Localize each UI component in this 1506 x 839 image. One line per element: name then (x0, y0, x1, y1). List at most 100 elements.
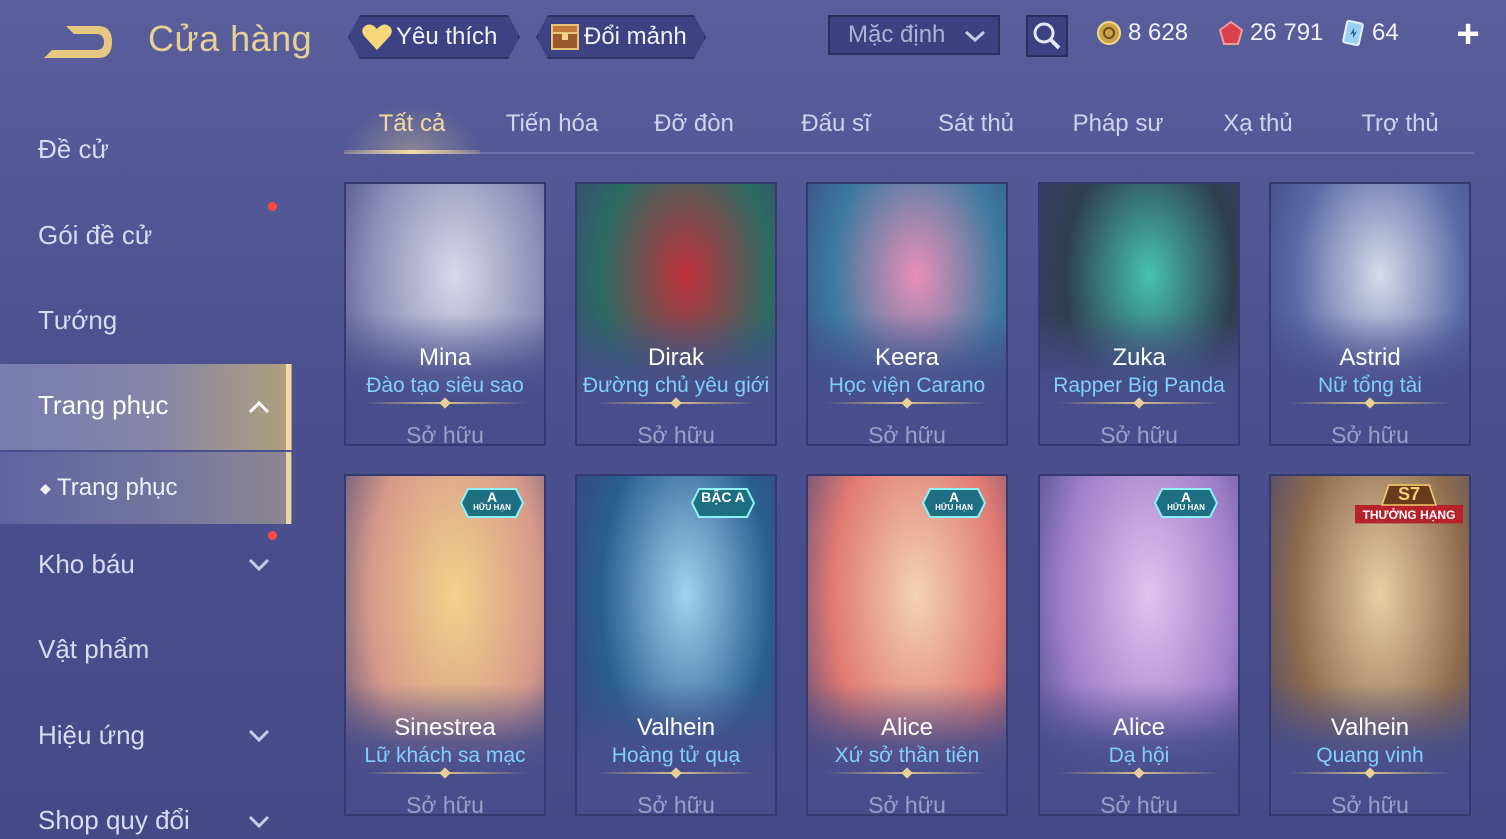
sidebar-subitem-label: Trang phục (57, 474, 178, 501)
skin-card[interactable]: Astrid Nữ tổng tài Sở hữu (1269, 182, 1471, 446)
hero-name: Valhein (1330, 714, 1410, 741)
owned-status: Sở hữu (406, 422, 484, 446)
skin-card[interactable]: Dirak Đường chủ yêu giới Sở hữu (575, 182, 777, 446)
hero-name: Alice (1112, 714, 1166, 741)
owned-status: Sở hữu (406, 792, 484, 816)
hero-name: Zuka (1112, 344, 1166, 371)
badge-label: HỮU HẠN (1167, 503, 1205, 512)
exchange-label: Đổi mảnh (584, 23, 687, 50)
ticket-currency: 64 (1340, 16, 1399, 50)
search-button[interactable] (1026, 15, 1068, 57)
badge-label: THƯỞNG HẠNG (1362, 508, 1456, 522)
badge-label: HỮU HẠN (935, 503, 973, 512)
sidebar: Đề cử Gói đề cử Tướng Trang phục ◆ Trang… (0, 100, 292, 839)
search-icon (1033, 22, 1061, 50)
skin-name: Đào tạo siêu sao (366, 374, 524, 397)
exchange-shards-button[interactable]: Đổi mảnh (536, 15, 706, 59)
treasure-chest-icon (548, 20, 582, 54)
sidebar-item-items[interactable]: Vật phẩm (38, 634, 149, 665)
hero-name: Dirak (647, 344, 704, 371)
skin-card[interactable]: Valhein Quang vinh Sở hữu S7 THƯỞNG HẠNG (1269, 474, 1471, 816)
hero-name: Astrid (1339, 344, 1401, 371)
skin-card[interactable]: Keera Học viện Carano Sở hữu (806, 182, 1008, 446)
owned-status: Sở hữu (868, 422, 946, 446)
hero-name: Alice (880, 714, 934, 741)
tab-support[interactable]: Trợ thủ (1332, 110, 1468, 138)
favorite-label: Yêu thích (396, 23, 498, 50)
sidebar-item-exchange-shop[interactable]: Shop quy đổi (38, 805, 190, 836)
sidebar-item-effects[interactable]: Hiệu ứng (38, 720, 145, 751)
badge-tier: BẬC A (701, 489, 745, 505)
notification-dot (268, 202, 277, 211)
sidebar-active-indicator (286, 364, 291, 450)
heart-icon (360, 20, 394, 54)
owned-status: Sở hữu (637, 792, 715, 816)
rarity-badge: A HỮU HẠN (921, 488, 987, 518)
voucher-amount: 26 791 (1250, 19, 1324, 46)
ruby-voucher-icon (1218, 20, 1244, 45)
sidebar-item-recommended[interactable]: Đề cử (38, 134, 109, 165)
skin-name: Dạ hội (1108, 744, 1170, 767)
owned-status: Sở hữu (1331, 792, 1409, 816)
owned-status: Sở hữu (868, 792, 946, 816)
sidebar-subitem-skins[interactable]: ◆ Trang phục (40, 474, 178, 502)
skin-name: Rapper Big Panda (1053, 374, 1225, 397)
sidebar-item-recommended-packs[interactable]: Gói đề cử (38, 220, 152, 251)
page-title: Cửa hàng (148, 18, 313, 59)
tab-tank[interactable]: Đỡ đòn (626, 110, 762, 138)
hero-name: Sinestrea (394, 714, 496, 741)
sort-dropdown[interactable]: Mặc định (828, 15, 1000, 55)
gold-coin-icon (1097, 21, 1121, 45)
sidebar-item-skins[interactable]: Trang phục (38, 390, 169, 421)
ticket-amount: 64 (1372, 19, 1399, 46)
sort-selected-value: Mặc định (848, 21, 946, 48)
chevron-down-icon (248, 729, 270, 743)
notification-dot (268, 531, 277, 540)
gold-currency: 8 628 (1096, 16, 1188, 50)
hero-name: Mina (418, 344, 472, 371)
skin-name: Nữ tổng tài (1318, 374, 1422, 397)
skin-card[interactable]: Mina Đào tạo siêu sao Sở hữu (344, 182, 546, 446)
rarity-badge: A HỮU HẠN (1153, 488, 1219, 518)
diamond-bullet-icon: ◆ (40, 480, 51, 497)
card-ticket-icon (1342, 20, 1364, 46)
gold-amount: 8 628 (1128, 19, 1189, 46)
skin-name: Đường chủ yêu giới (582, 374, 770, 397)
top-up-button[interactable]: + (1448, 14, 1488, 54)
chevron-down-icon (248, 815, 270, 829)
sidebar-item-treasure[interactable]: Kho báu (38, 549, 135, 580)
skin-name: Lữ khách sa mạc (364, 744, 526, 767)
skin-card[interactable]: Sinestrea Lữ khách sa mạc Sở hữu A HỮU HẠN (344, 474, 546, 816)
favorite-button[interactable]: Yêu thích (348, 15, 520, 59)
badge-label: HỮU HẠN (473, 503, 511, 512)
owned-status: Sở hữu (1100, 422, 1178, 446)
owned-status: Sở hữu (1331, 422, 1409, 446)
skin-card[interactable]: Valhein Hoàng tử quạ Sở hữu BẬC A (575, 474, 777, 816)
skin-card[interactable]: Alice Dạ hội Sở hữu A HỮU HẠN (1038, 474, 1240, 816)
sidebar-sub-indicator (286, 452, 291, 524)
tab-fighter[interactable]: Đấu sĩ (768, 110, 904, 138)
skin-card[interactable]: Zuka Rapper Big Panda Sở hữu (1038, 182, 1240, 446)
tab-all[interactable]: Tất cả (344, 110, 480, 138)
back-button[interactable] (38, 22, 116, 62)
hero-name: Valhein (636, 714, 716, 741)
back-arrow-icon (44, 26, 112, 58)
rarity-badge: A HỮU HẠN (459, 488, 525, 518)
tab-assassin[interactable]: Sát thủ (908, 110, 1044, 138)
tab-mage[interactable]: Pháp sư (1050, 110, 1186, 138)
skin-name: Hoàng tử quạ (611, 744, 741, 767)
skin-card[interactable]: Alice Xứ sở thần tiên Sở hữu A HỮU HẠN (806, 474, 1008, 816)
tab-active-indicator (344, 150, 480, 154)
hero-name: Keera (874, 344, 940, 371)
tab-evolution[interactable]: Tiến hóa (484, 110, 620, 138)
tab-underline (344, 152, 1474, 154)
rarity-badge: S7 THƯỞNG HẠNG (1355, 482, 1463, 528)
skin-name: Xứ sở thần tiên (834, 744, 980, 767)
sidebar-item-heroes[interactable]: Tướng (38, 305, 117, 336)
rarity-badge: BẬC A (690, 488, 756, 518)
chevron-down-icon (248, 558, 270, 572)
chevron-down-icon (962, 23, 988, 56)
skin-name: Học viện Carano (828, 374, 986, 397)
tab-marksman[interactable]: Xạ thủ (1190, 110, 1326, 138)
owned-status: Sở hữu (1100, 792, 1178, 816)
